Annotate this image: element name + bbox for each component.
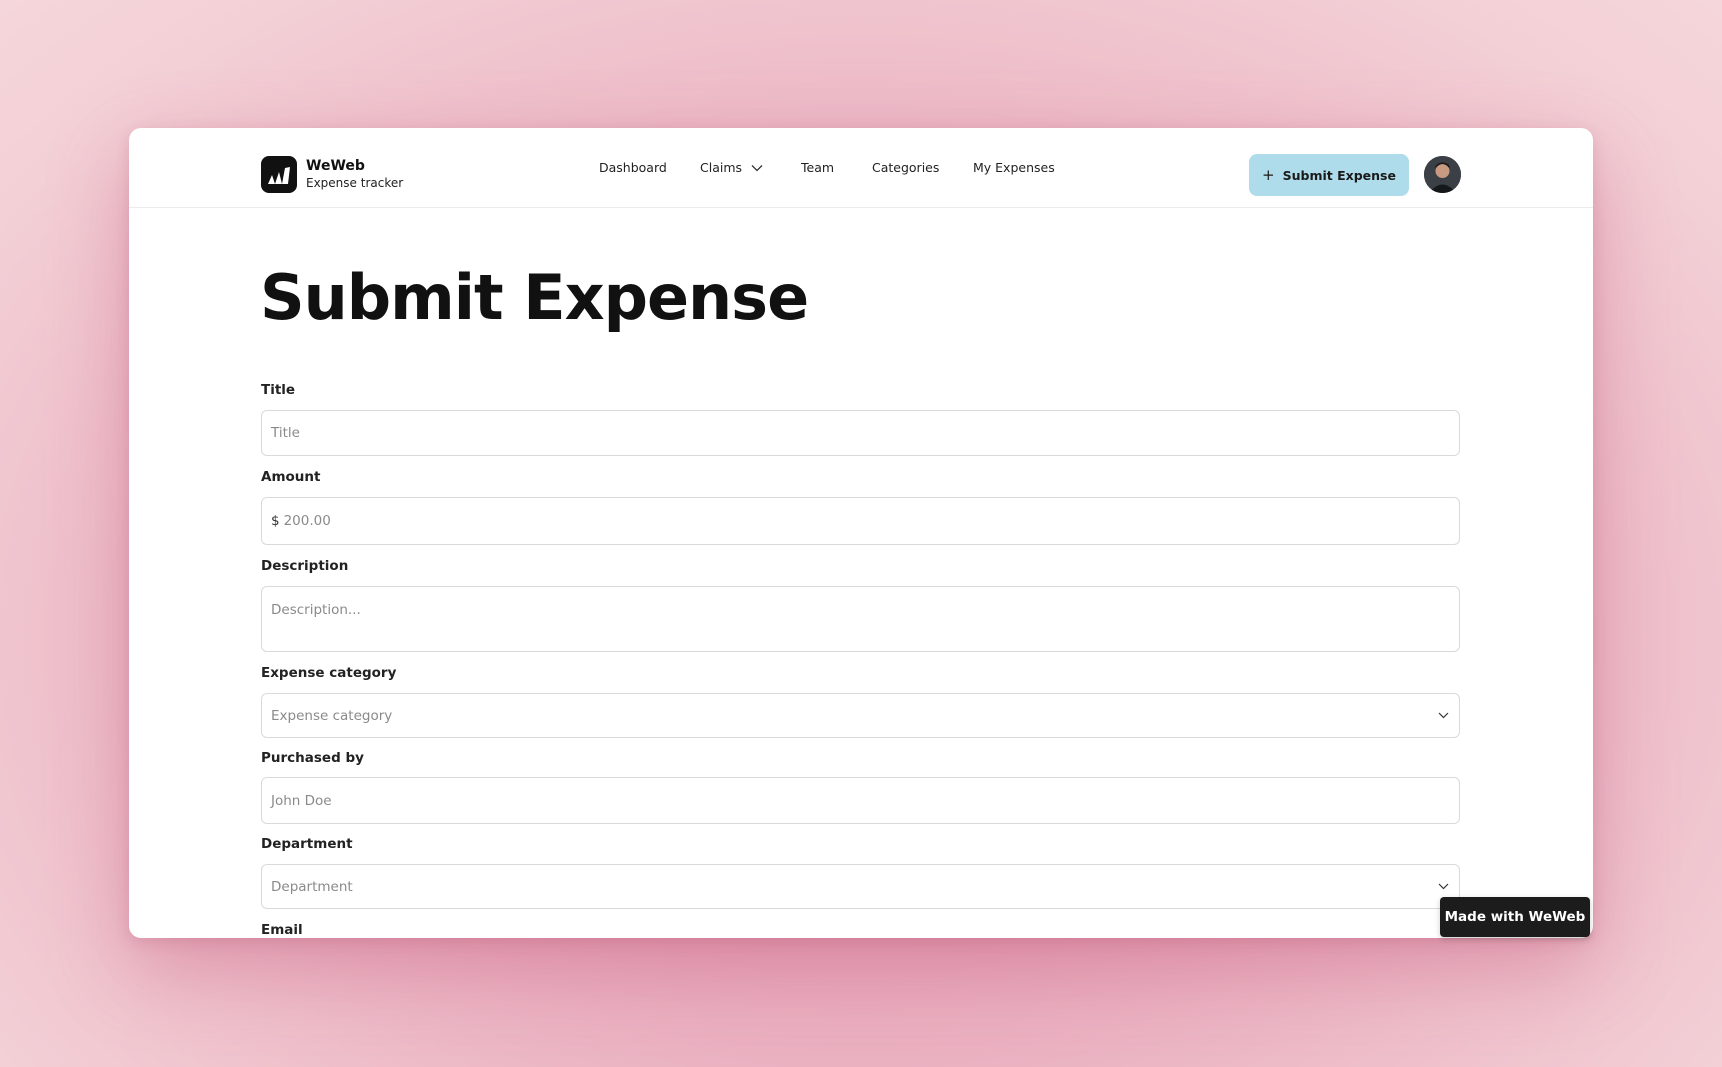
department-placeholder: Department [271, 878, 353, 895]
amount-input[interactable]: $ 200.00 [261, 497, 1460, 545]
chevron-down-icon [751, 164, 763, 171]
description-textarea[interactable]: Description... [261, 586, 1460, 652]
purchased-by-label: Purchased by [261, 750, 364, 766]
chevron-down-icon [1438, 883, 1449, 889]
avatar[interactable] [1424, 156, 1461, 193]
expense-category-select[interactable]: Expense category [261, 693, 1460, 738]
top-navigation: WeWeb Expense tracker Dashboard Claims T… [129, 128, 1593, 208]
nav-item-label: Dashboard [599, 160, 667, 175]
submit-expense-label: Submit Expense [1282, 167, 1396, 183]
amount-placeholder: 200.00 [283, 513, 331, 529]
purchased-by-input[interactable]: John Doe [261, 777, 1460, 824]
plus-icon: + [1262, 166, 1275, 184]
expense-category-placeholder: Expense category [271, 707, 393, 724]
page-title: Submit Expense [260, 261, 809, 334]
nav-item-categories[interactable]: Categories [872, 160, 939, 175]
title-input[interactable]: Title [261, 410, 1460, 456]
brand-subtitle: Expense tracker [306, 176, 404, 190]
nav-item-label: My Expenses [973, 160, 1055, 175]
nav-item-label: Claims [700, 160, 743, 175]
chevron-down-icon [1438, 712, 1449, 718]
made-with-weweb-badge[interactable]: Made with WeWeb [1440, 897, 1590, 937]
purchased-by-placeholder: John Doe [271, 792, 332, 809]
nav-item-claims[interactable]: Claims [700, 160, 763, 175]
title-placeholder: Title [271, 425, 300, 441]
nav-item-my-expenses[interactable]: My Expenses [973, 160, 1055, 175]
department-label: Department [261, 836, 353, 852]
nav-item-label: Categories [872, 160, 940, 175]
expense-category-label: Expense category [261, 665, 397, 681]
department-select[interactable]: Department [261, 864, 1460, 909]
app-window: WeWeb Expense tracker Dashboard Claims T… [129, 128, 1593, 938]
brand-name: WeWeb [306, 158, 365, 174]
email-label: Email [261, 922, 303, 938]
nav-item-label: Team [801, 160, 835, 175]
amount-label: Amount [261, 469, 321, 485]
nav-item-team[interactable]: Team [801, 160, 834, 175]
title-label: Title [261, 382, 296, 398]
brand[interactable]: WeWeb Expense tracker [261, 156, 403, 193]
weweb-logo-icon [261, 156, 297, 193]
description-label: Description [261, 558, 349, 574]
submit-expense-button[interactable]: + Submit Expense [1249, 154, 1409, 196]
description-placeholder: Description... [271, 602, 361, 618]
nav-item-dashboard[interactable]: Dashboard [599, 160, 667, 175]
currency-prefix: $ [271, 513, 280, 529]
